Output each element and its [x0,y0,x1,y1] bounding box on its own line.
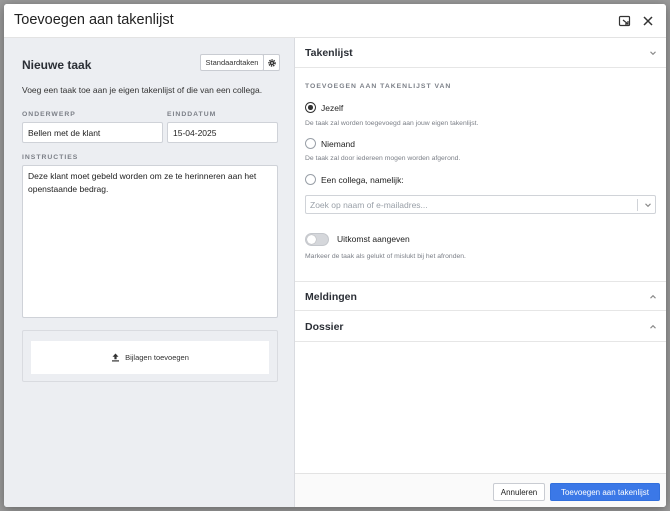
add-to-tasklist-button[interactable]: Toevoegen aan takenlijst [550,483,660,501]
radio-nobody-hint: De taak zal door iedereen mogen worden a… [305,155,461,162]
outcome-hint: Markeer de taak als gelukt of mislukt bi… [305,253,466,260]
close-icon[interactable] [641,14,655,28]
colleague-search-input[interactable] [310,198,630,212]
tasklist-accordion-header[interactable]: Takenlijst [295,38,666,68]
modal-title: Toevoegen aan takenlijst [14,12,174,28]
colleague-search[interactable] [305,195,656,214]
modal-footer: Annuleren Toevoegen aan takenlijst [295,473,666,507]
radio-myself-hint: De taak zal worden toegevoegd aan jouw e… [305,120,479,127]
subject-label: ONDERWERP [22,111,76,118]
gear-icon [267,58,276,67]
radio-myself-label[interactable]: Jezelf [321,103,343,113]
due-date-input[interactable] [167,122,278,143]
modal-header: Toevoegen aan takenlijst [4,4,666,38]
notifications-accordion-header[interactable]: Meldingen [295,281,666,311]
cancel-button[interactable]: Annuleren [493,483,545,501]
subject-input[interactable] [22,122,163,143]
instructions-textarea[interactable]: Deze klant moet gebeld worden om ze te h… [22,165,278,318]
chevron-up-icon [649,293,657,301]
intro-text: Voeg een taak toe aan je eigen takenlijs… [22,85,263,95]
chevron-up-icon [649,323,657,331]
search-separator [637,199,638,211]
radio-nobody[interactable] [305,138,316,149]
radio-myself[interactable] [305,102,316,113]
settings-button[interactable] [263,54,280,71]
popout-icon[interactable] [618,14,632,28]
dossier-title: Dossier [305,321,344,333]
task-options-panel: Takenlijst TOEVOEGEN AAN TAKENLIJST VAN … [295,38,666,507]
add-task-modal: Toevoegen aan takenlijst Nieuwe taak Sta… [4,4,666,507]
radio-nobody-label[interactable]: Niemand [321,139,355,149]
add-to-tasklist-label: TOEVOEGEN AAN TAKENLIJST VAN [305,83,452,90]
due-date-label: EINDDATUM [167,111,217,118]
dossier-accordion-header[interactable]: Dossier [295,312,666,342]
outcome-toggle-label[interactable]: Uitkomst aangeven [337,234,410,244]
chevron-down-icon [649,49,657,57]
standard-tasks-button[interactable]: Standaardtaken [200,54,264,71]
upload-icon [112,353,120,362]
attachments-area: Bijlagen toevoegen [22,330,278,382]
radio-colleague[interactable] [305,174,316,185]
chevron-down-icon[interactable] [644,201,652,209]
instructions-label: INSTRUCTIES [22,154,79,161]
tasklist-title: Takenlijst [305,47,353,59]
add-attachments-label: Bijlagen toevoegen [125,353,189,362]
outcome-toggle[interactable] [305,233,329,246]
new-task-panel: Nieuwe taak Standaardtaken Voeg een taak… [4,38,295,507]
new-task-title: Nieuwe taak [22,58,92,72]
notifications-title: Meldingen [305,291,357,303]
add-attachments-button[interactable]: Bijlagen toevoegen [31,341,269,374]
radio-colleague-label[interactable]: Een collega, namelijk: [321,175,404,185]
